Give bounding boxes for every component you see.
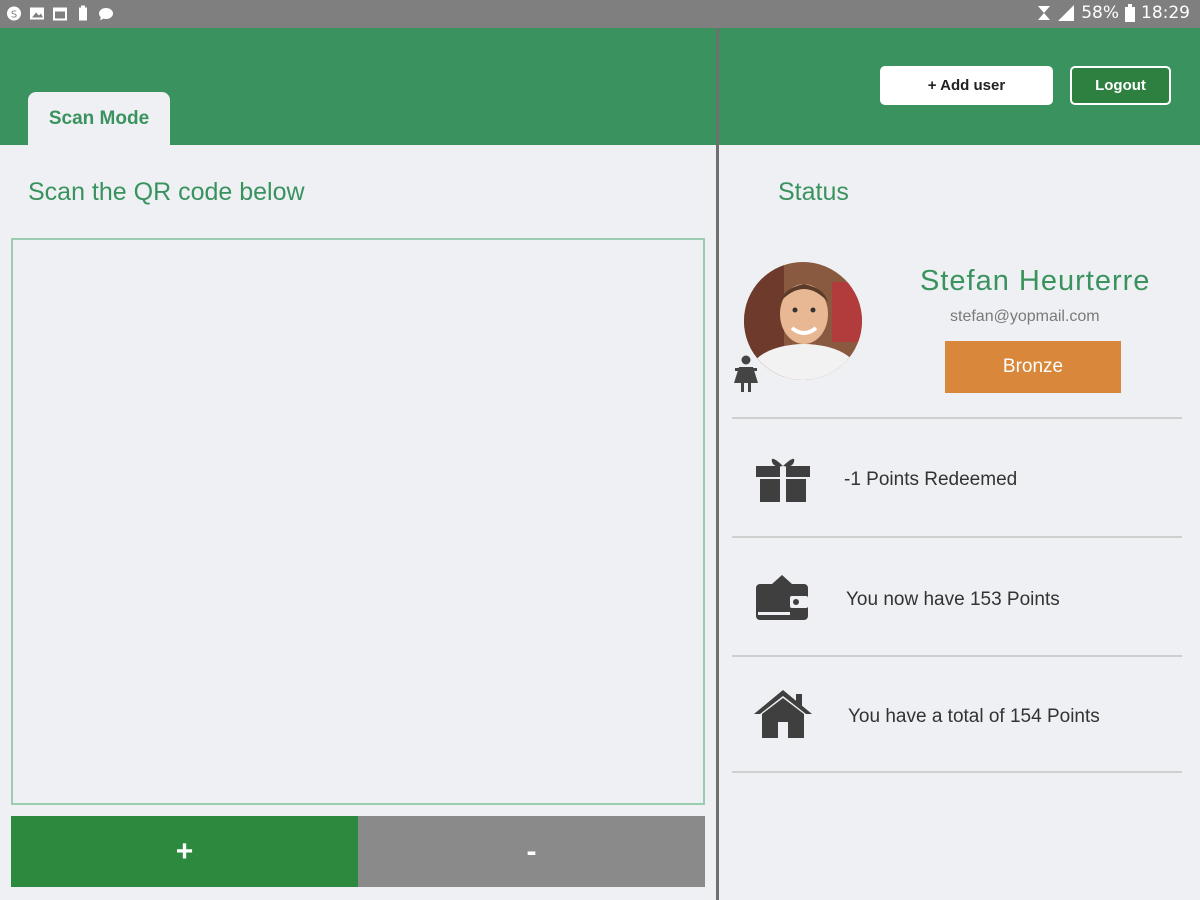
user-email: stefan@yopmail.com [950,308,1100,325]
current-points-text: You now have 153 Points [846,589,1060,610]
divider-line [732,417,1182,419]
battery-icon [1125,4,1135,22]
avatar [744,262,862,380]
qr-scanner-viewport[interactable] [11,238,705,805]
tab-scan-mode[interactable]: Scan Mode [28,92,170,145]
female-user-icon [734,355,758,392]
signal-icon [1058,5,1075,21]
gallery-icon [30,7,44,20]
points-redeemed-text: -1 Points Redeemed [844,469,1018,490]
scan-instruction: Scan the QR code below [28,178,305,206]
system-indicators: 58% 18:29 [1037,3,1190,23]
add-user-button[interactable]: + Add user [880,66,1053,105]
battery-saver-icon [79,5,87,21]
gift-icon [756,458,810,502]
logout-button[interactable]: Logout [1070,66,1171,105]
profile-photo [744,262,862,380]
system-status-bar: S 58% 18:29 [0,0,1200,28]
user-name: Stefan Heurterre [920,265,1151,297]
calendar-icon [53,7,67,21]
wallet-icon [756,575,808,620]
total-points-text: You have a total of 154 Points [848,706,1100,727]
battery-percentage: 58% [1081,3,1119,23]
home-icon [754,690,812,738]
status-title: Status [778,178,849,206]
svg-text:S: S [11,10,17,21]
notification-icons: S [6,5,114,22]
tier-badge: Bronze [945,341,1121,393]
add-points-button[interactable]: + [11,816,358,887]
subtract-points-button[interactable]: - [358,816,705,887]
divider-line [732,536,1182,538]
skype-icon: S [7,6,21,21]
divider-line [732,771,1182,773]
alarm-icon [1038,6,1051,20]
clock: 18:29 [1141,3,1190,23]
pane-divider [716,28,719,900]
divider-line [732,655,1182,657]
chat-icon [99,8,113,21]
